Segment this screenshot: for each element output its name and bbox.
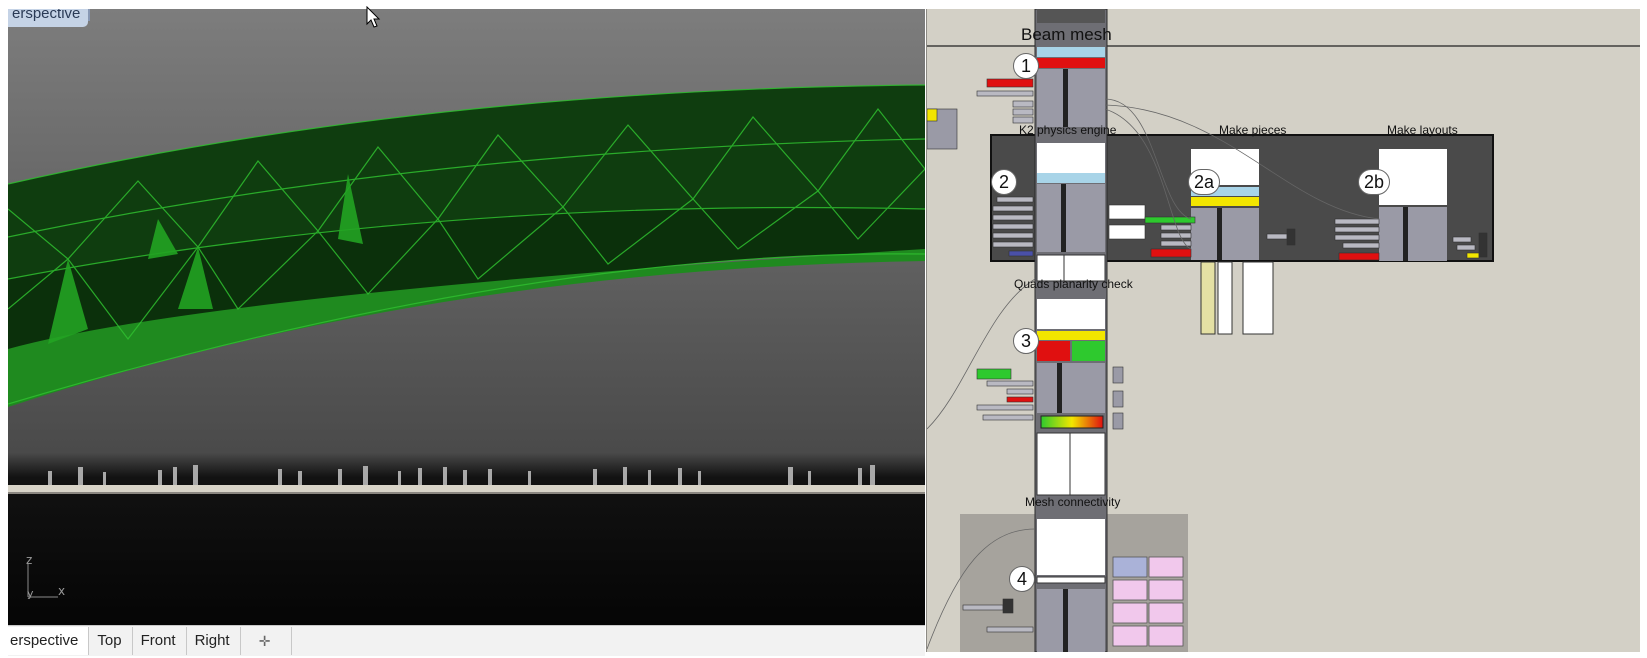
tab-perspective[interactable]: erspective bbox=[8, 627, 90, 655]
step-badge-2: 2 bbox=[991, 169, 1017, 195]
mouse-pointer-icon bbox=[366, 6, 381, 28]
viewport-tab-bar: erspective Top Front Right ✛ bbox=[8, 625, 925, 656]
tab-right[interactable]: Right bbox=[187, 627, 241, 655]
step-badge-2a: 2a bbox=[1188, 169, 1220, 195]
beam-mesh-title: Beam mesh bbox=[1021, 25, 1112, 44]
group-label-mesh-connectivity: Mesh connectivity bbox=[1025, 495, 1121, 509]
step-badge-2b: 2b bbox=[1358, 169, 1390, 195]
axis-y-label: y bbox=[27, 587, 34, 600]
group-label-quads-planarity-check: Quads planarity check bbox=[1014, 277, 1133, 291]
add-viewport-tab-button[interactable]: ✛ bbox=[241, 627, 292, 655]
plus-icon: ✛ bbox=[258, 633, 271, 649]
group-label-make-layouts: Make layouts bbox=[1387, 123, 1458, 137]
axis-x-label: x bbox=[58, 584, 66, 598]
step-badge-3: 3 bbox=[1013, 328, 1039, 354]
step-badge-4: 4 bbox=[1009, 566, 1035, 592]
tab-front[interactable]: Front bbox=[133, 627, 187, 655]
viewport-label-divider bbox=[88, 9, 90, 21]
group-label-k2-physics-engine: K2 physics engine bbox=[1019, 123, 1117, 137]
tab-top[interactable]: Top bbox=[89, 627, 133, 655]
viewport-title-label[interactable]: erspective bbox=[8, 9, 89, 27]
grasshopper-canvas[interactable]: Beam mesh K2 physics engine Make pieces … bbox=[926, 9, 1640, 652]
perspective-viewport[interactable]: erspective z x y bbox=[8, 9, 925, 625]
group-label-make-pieces: Make pieces bbox=[1219, 123, 1287, 137]
step-badge-1: 1 bbox=[1013, 53, 1039, 79]
axis-z-label: z bbox=[26, 553, 33, 567]
viewport-scene bbox=[8, 9, 925, 625]
